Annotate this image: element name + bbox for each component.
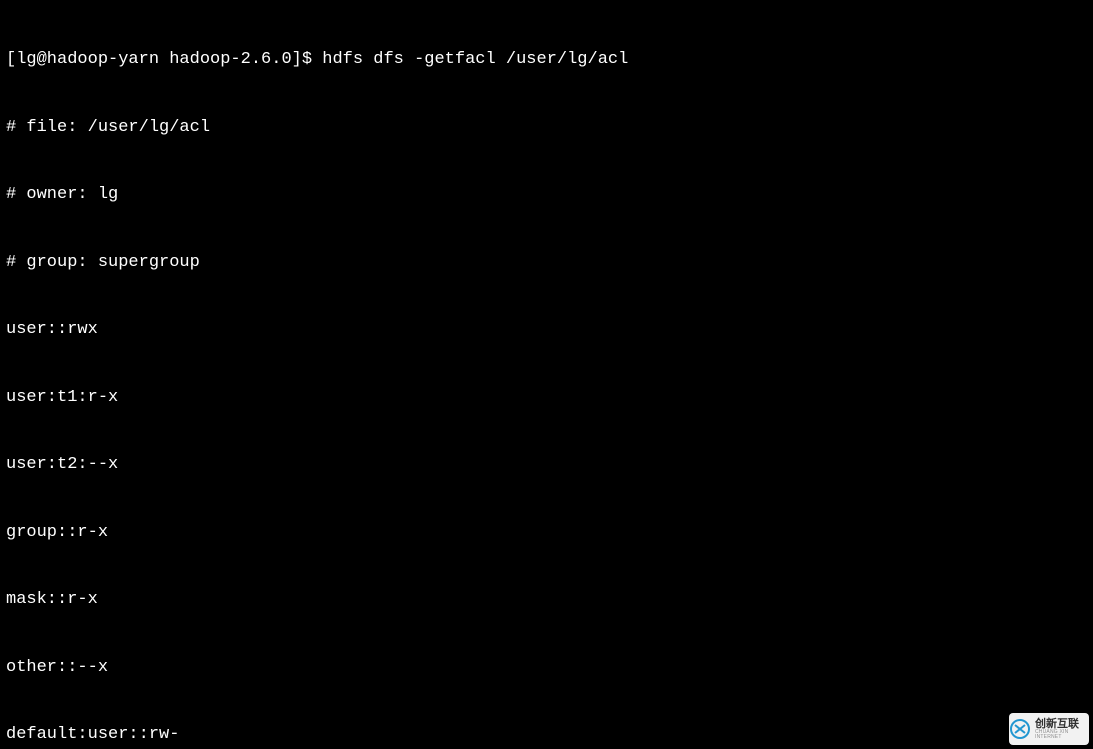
terminal-line: # file: /user/lg/acl [6,117,1093,140]
watermark-cn: 创新互联 [1035,719,1089,730]
terminal-line: [lg@hadoop-yarn hadoop-2.6.0]$ hdfs dfs … [6,49,1093,72]
terminal-output: [lg@hadoop-yarn hadoop-2.6.0]$ hdfs dfs … [0,0,1093,749]
terminal-line: other::--x [6,657,1093,680]
terminal-line: group::r-x [6,522,1093,545]
terminal-line: default:user::rw- [6,724,1093,747]
terminal-line: # group: supergroup [6,252,1093,275]
terminal-line: mask::r-x [6,589,1093,612]
terminal-line: user:t2:--x [6,454,1093,477]
terminal-line: user::rwx [6,319,1093,342]
watermark-en: CHUANG XIN INTERNET [1035,730,1089,740]
terminal-line: # owner: lg [6,184,1093,207]
terminal-line: user:t1:r-x [6,387,1093,410]
watermark-icon [1009,718,1031,740]
watermark-logo: 创新互联 CHUANG XIN INTERNET [1009,713,1089,745]
